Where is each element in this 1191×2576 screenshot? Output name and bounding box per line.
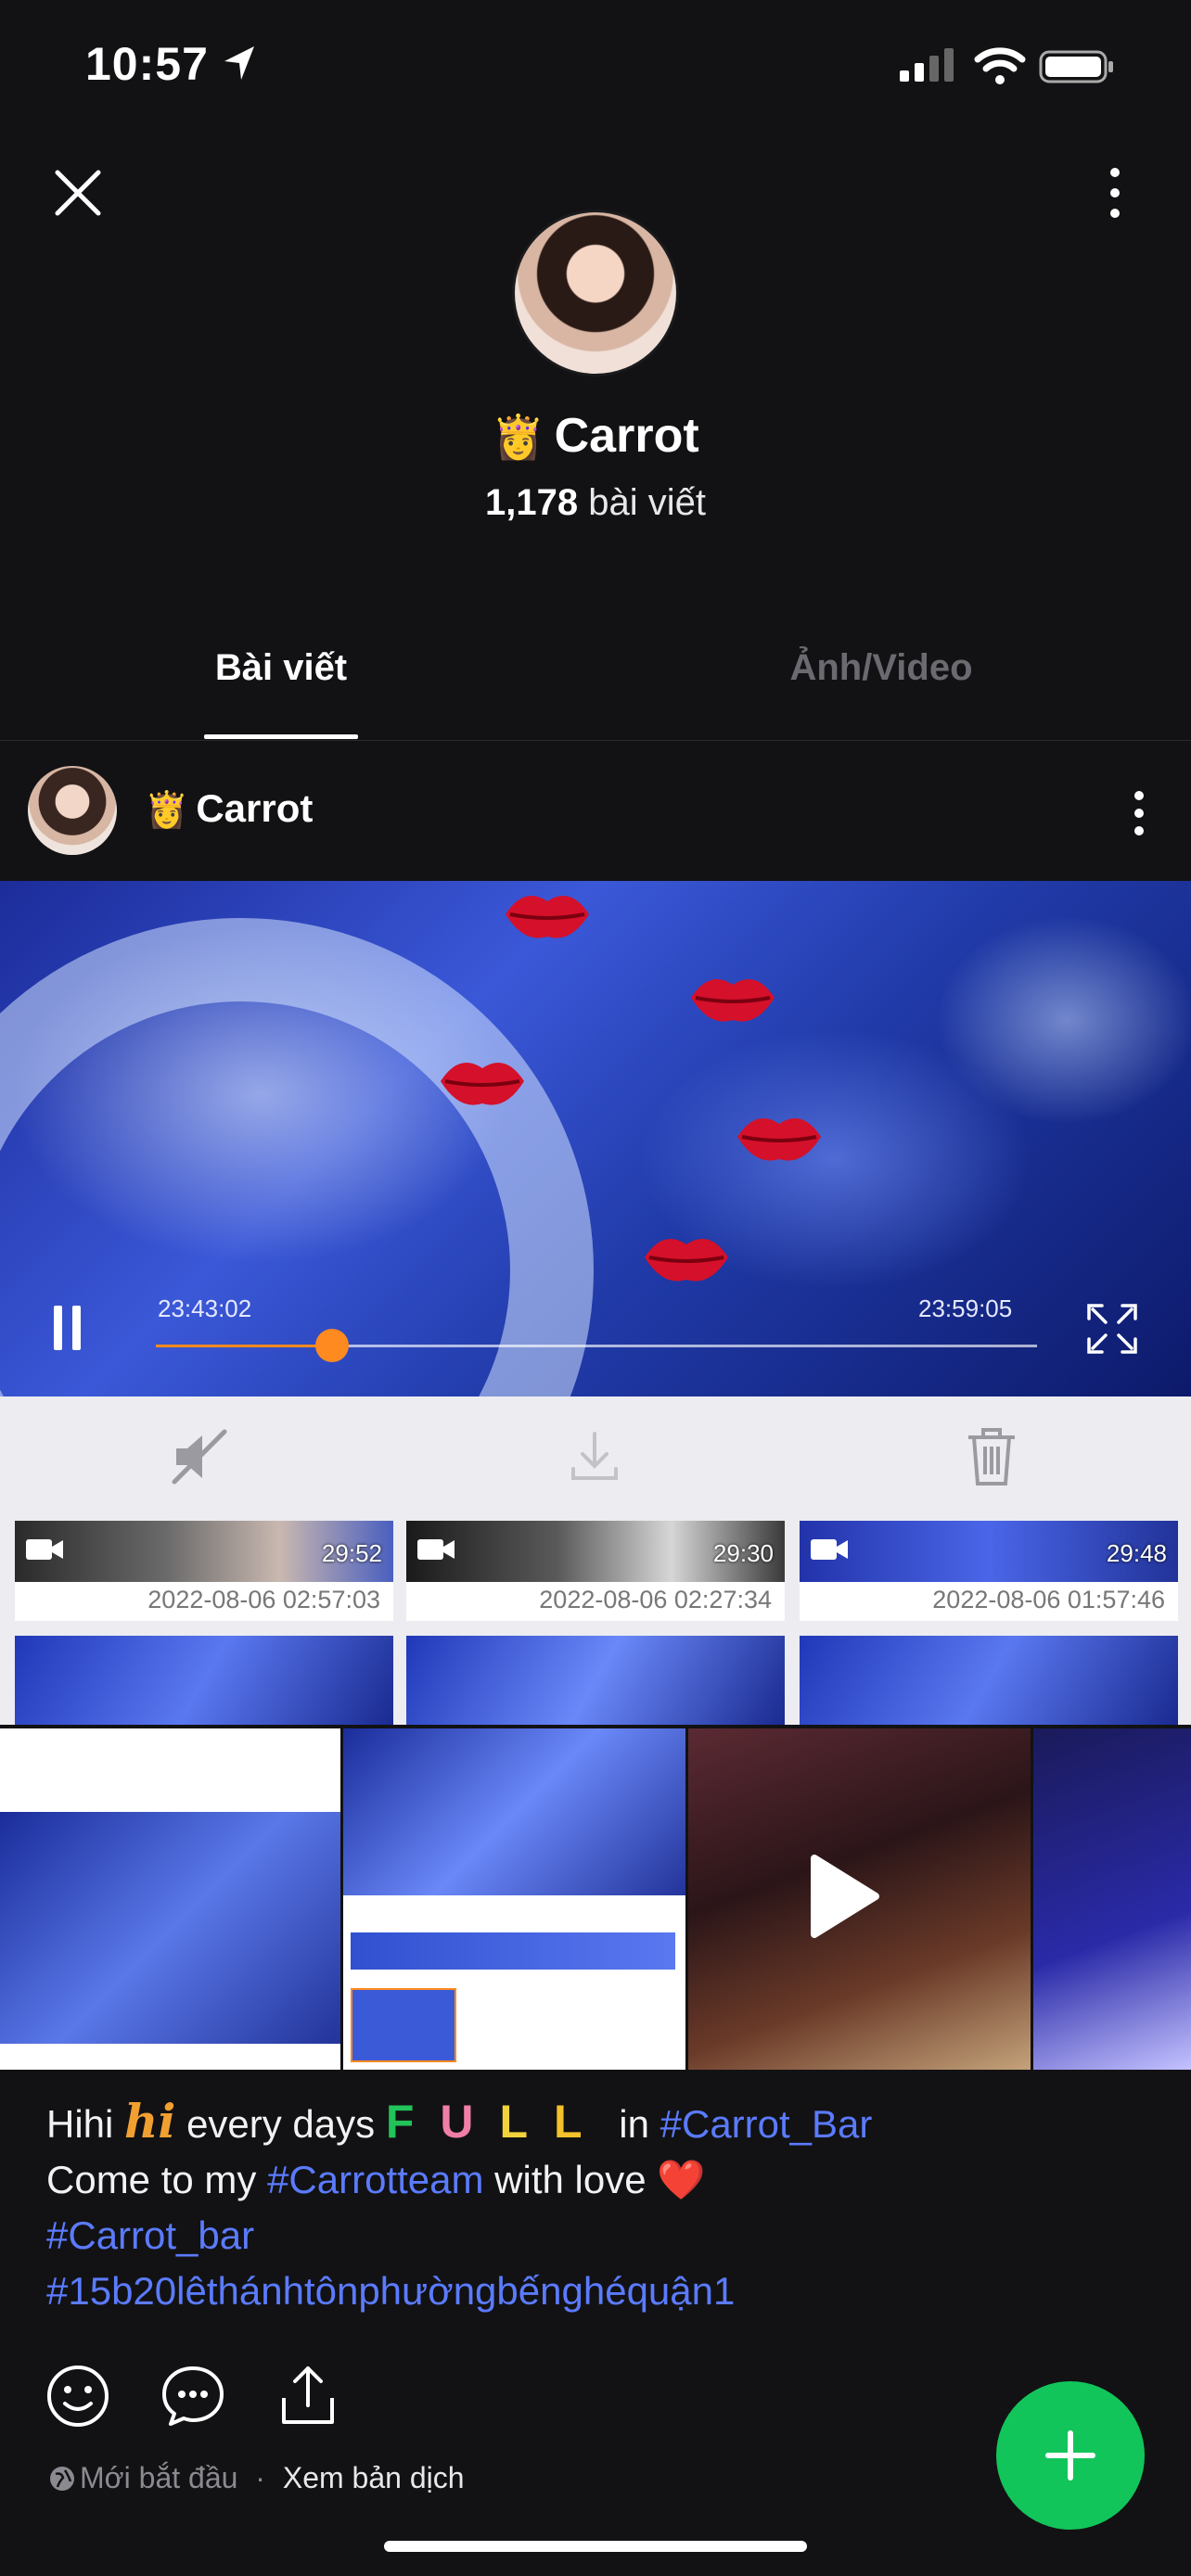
pause-icon[interactable] [54, 1306, 82, 1350]
caption-letter: L [499, 2096, 555, 2148]
kiss-sticker [441, 1062, 524, 1105]
caption-line-3: #Carrot_bar [46, 2208, 1150, 2264]
camera-icon [811, 1539, 848, 1560]
video-progress-fill [156, 1345, 332, 1347]
plus-icon[interactable] [996, 2381, 1145, 2530]
tab-photo-video[interactable]: Ảnh/Video [742, 647, 1020, 689]
post-caption: Hihi hi every days FULL in #Carrot_Bar C… [46, 2094, 1150, 2319]
cellular-signal-icon [900, 48, 954, 82]
fullscreen-icon[interactable] [1085, 1302, 1139, 1356]
camera-icon [26, 1539, 63, 1560]
media-thumbnail[interactable] [0, 1728, 343, 2070]
post-footer: Mới bắt đầu · Xem bản dịch [48, 2461, 465, 2495]
hashtag-link[interactable]: #Carrot_bar [46, 2213, 254, 2257]
clip-duration: 29:48 [1106, 1539, 1167, 1567]
video-progress-knob[interactable] [315, 1329, 349, 1362]
caption-letter: L [554, 2096, 608, 2148]
hashtag-link[interactable]: #Carrot_Bar [660, 2102, 873, 2146]
caption-letter: U [440, 2096, 500, 2148]
emoji-reaction-icon[interactable] [45, 2363, 111, 2429]
tab-posts[interactable]: Bài viết [139, 647, 423, 689]
location-arrow-icon [224, 46, 254, 80]
post-status: Mới bắt đầu [80, 2461, 238, 2494]
more-options-icon[interactable] [1095, 165, 1135, 221]
status-time: 10:57 [85, 38, 209, 90]
thumbnail-image [351, 1932, 675, 1970]
close-icon[interactable] [52, 167, 104, 219]
caption-text: Come to my [46, 2158, 257, 2201]
heart-emoji: ❤️ [657, 2158, 706, 2201]
caption-text: Hihi [46, 2102, 114, 2146]
profile-name-text: Carrot [554, 409, 699, 463]
clip-date: 2022-08-06 01:57:46 [932, 1586, 1165, 1613]
post-more-options-icon[interactable] [1121, 788, 1158, 838]
play-icon[interactable] [787, 1845, 889, 1947]
footer-separator: · [255, 2461, 265, 2494]
caption-full-sticker: FULL [386, 2096, 608, 2148]
author-name: Carrot [196, 786, 314, 830]
caption-text: with love [494, 2158, 647, 2201]
caption-line-4: #15b20lêthánhtônphườngbếnghéquận1 [46, 2264, 1150, 2319]
post-count-suffix: bài viết [588, 482, 706, 523]
kiss-sticker [506, 895, 589, 938]
mute-icon [172, 1429, 227, 1485]
kiss-sticker [737, 1117, 821, 1161]
caption-line-2: Come to my #Carrotteam with love ❤️ [46, 2152, 1150, 2208]
post-count-number: 1,178 [485, 482, 579, 523]
thumbnail-image [343, 1728, 685, 1895]
clip-duration: 29:30 [712, 1539, 774, 1567]
post-author[interactable]: 👸 Carrot [145, 786, 313, 831]
download-icon [571, 1432, 618, 1480]
clip-duration: 29:52 [321, 1539, 382, 1567]
translate-link[interactable]: Xem bản dịch [283, 2461, 465, 2494]
clip-item: 29:48 2022-08-06 01:57:46 [800, 1521, 1178, 1621]
thumbnail-image [351, 1988, 456, 2062]
wifi-icon [974, 47, 1026, 84]
kiss-sticker [645, 1238, 728, 1282]
share-icon[interactable] [275, 2363, 341, 2429]
media-thumbnail[interactable] [1033, 1728, 1191, 2070]
author-avatar[interactable] [28, 766, 117, 855]
profile-name: 👸 Carrot [0, 408, 1191, 464]
kiss-sticker [691, 978, 775, 1022]
tab-divider [0, 740, 1191, 741]
video-bar-counter [0, 918, 594, 1396]
active-tab-indicator [204, 734, 358, 739]
profile-avatar[interactable] [512, 210, 679, 376]
battery-icon [1039, 50, 1113, 83]
comment-icon[interactable] [160, 2363, 226, 2429]
caption-letter: F [385, 2096, 441, 2148]
caption-text: in [619, 2102, 649, 2146]
clip-thumbnail [406, 1636, 785, 1725]
clip-item: 29:30 2022-08-06 02:27:34 [406, 1521, 785, 1621]
globe-icon [50, 2467, 74, 2491]
post-count: 1,178 bài viết [0, 482, 1191, 524]
crown-emoji: 👸 [492, 413, 545, 461]
hashtag-link[interactable]: #Carrotteam [267, 2158, 483, 2201]
thumbnail-image [0, 1812, 340, 2044]
video-current-time: 23:43:02 [158, 1294, 252, 1322]
caption-line-1: Hihi hi every days FULL in #Carrot_Bar [46, 2094, 1150, 2152]
home-indicator [384, 2541, 807, 2552]
clip-date: 2022-08-06 02:27:34 [539, 1586, 772, 1613]
crown-emoji: 👸 [145, 791, 189, 830]
hashtag-link[interactable]: #15b20lêthánhtônphườngbếnghéquận1 [46, 2269, 735, 2313]
media-thumbnail[interactable] [343, 1728, 688, 2070]
clip-thumbnail [800, 1636, 1178, 1725]
clip-date: 2022-08-06 02:57:03 [147, 1586, 380, 1613]
trash-icon [968, 1428, 1015, 1486]
clip-thumbnail [15, 1636, 393, 1725]
clip-item: 29:52 2022-08-06 02:57:03 [15, 1521, 393, 1621]
camera-icon [417, 1539, 455, 1560]
video-end-time: 23:59:05 [918, 1294, 1013, 1322]
caption-text: every days [186, 2102, 376, 2146]
caption-hi-sticker: hi [124, 2094, 176, 2149]
